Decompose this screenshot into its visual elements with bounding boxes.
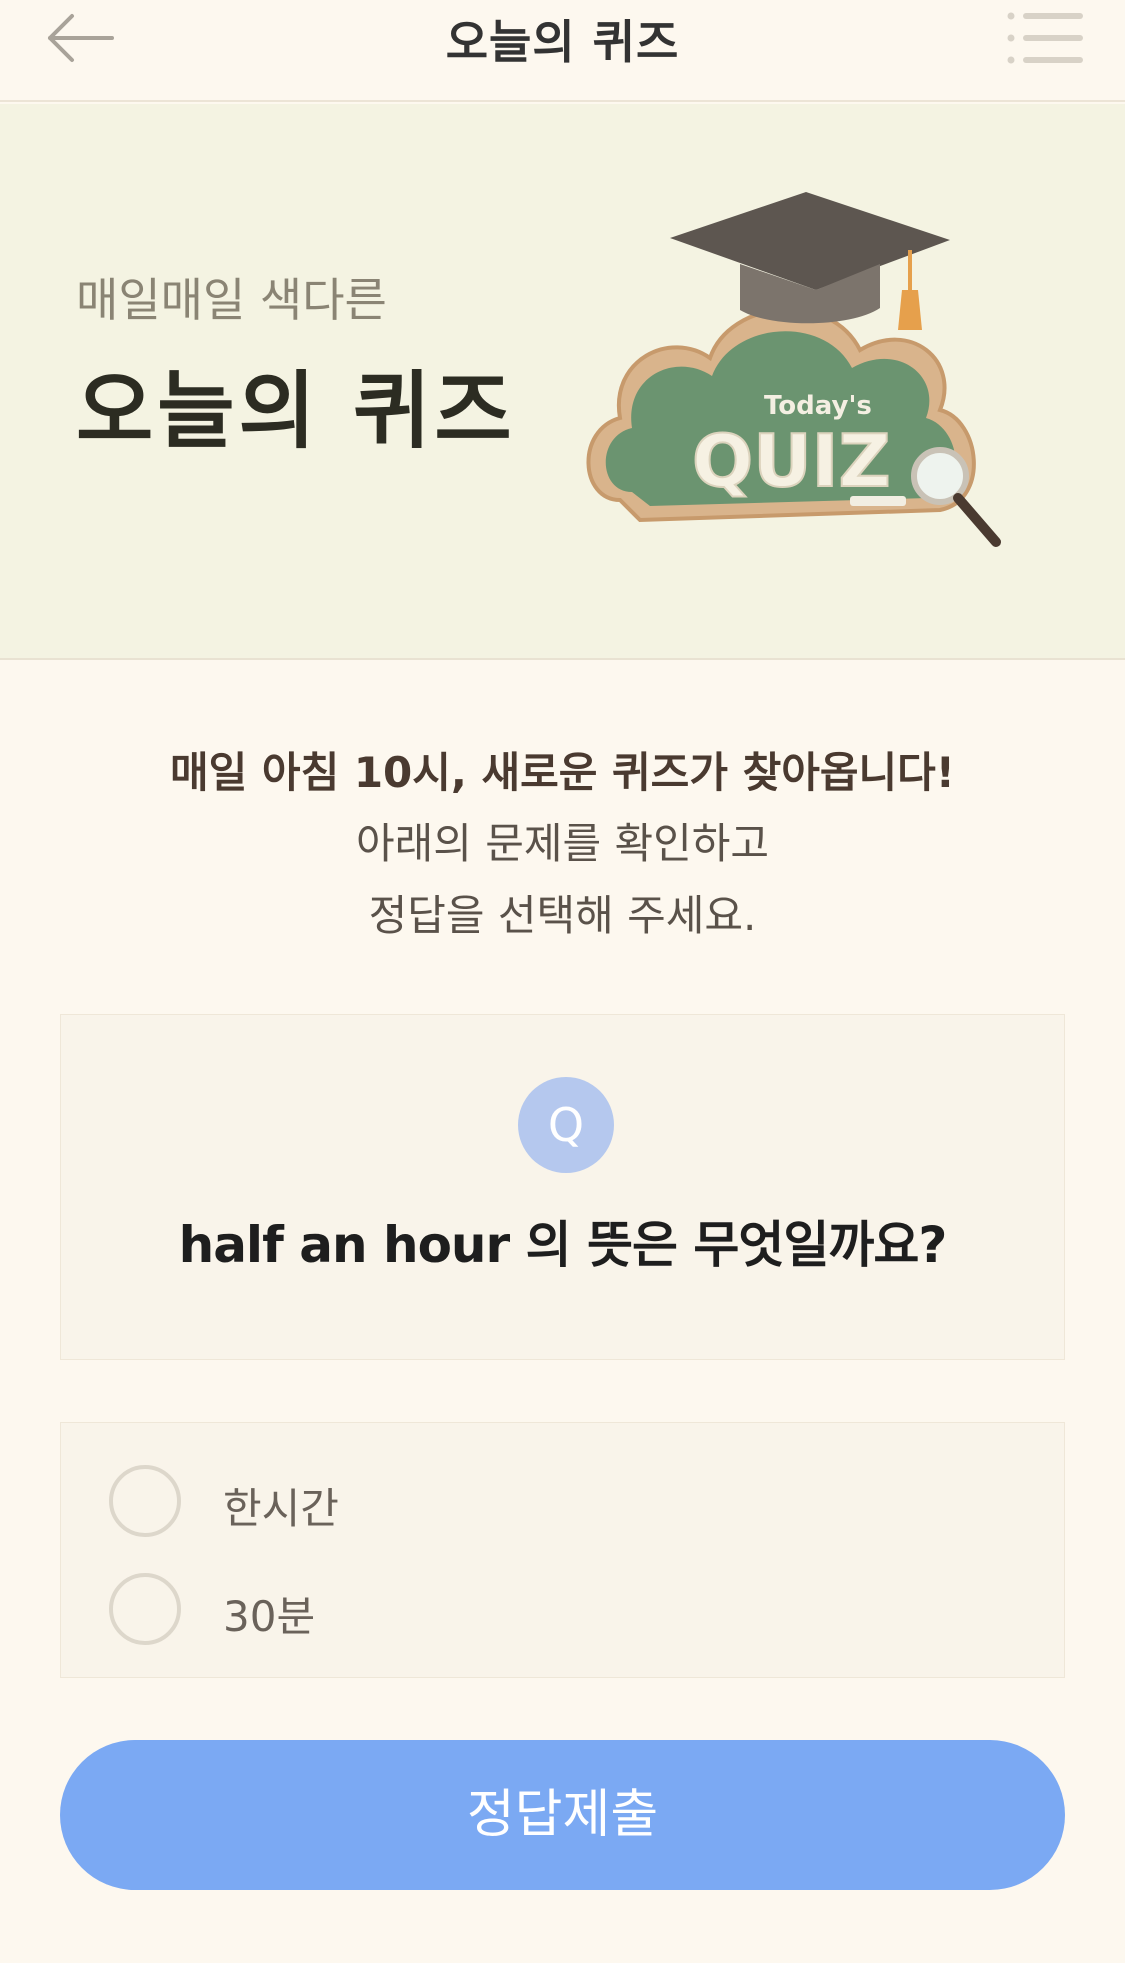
option-label: 한시간 — [223, 1484, 339, 1533]
question-card: Q half an hour 의 뜻은 무엇일까요? — [60, 1014, 1065, 1360]
question-text: half an hour 의 뜻은 무엇일까요? — [178, 1216, 948, 1274]
intro-line-3: 정답을 선택해 주세요. — [368, 891, 757, 940]
art-small-text: Today's — [764, 391, 872, 421]
radio-button[interactable] — [109, 1465, 181, 1537]
quiz-page: 오늘의 퀴즈 매일매일 색다른 오늘의 퀴즈 Today's QUIZ 매일 아… — [0, 0, 1125, 1963]
intro-headline: 매일 아침 10시, 새로운 퀴즈가 찾아옵니다! — [170, 748, 955, 797]
list-menu-icon — [1007, 12, 1083, 64]
radio-button[interactable] — [109, 1573, 181, 1645]
chalk-icon — [850, 496, 906, 506]
intro-line-2: 아래의 문제를 확인하고 — [355, 819, 770, 868]
option-label: 30분 — [223, 1592, 316, 1641]
option-1[interactable]: 한시간 — [109, 1465, 1009, 1537]
menu-button[interactable] — [1005, 10, 1085, 66]
submit-answer-button[interactable]: 정답제출 — [60, 1740, 1065, 1890]
banner-subtitle: 매일매일 색다른 — [76, 273, 387, 327]
art-big-text: QUIZ — [692, 419, 891, 503]
banner-title: 오늘의 퀴즈 — [76, 362, 516, 460]
quiz-chalkboard-illustration: Today's QUIZ — [586, 192, 1001, 547]
answer-options: 한시간 30분 — [60, 1422, 1065, 1678]
top-app-bar: 오늘의 퀴즈 — [0, 0, 1125, 102]
question-badge: Q — [518, 1077, 614, 1173]
hero-banner: 매일매일 색다른 오늘의 퀴즈 Today's QUIZ — [0, 104, 1125, 660]
magnifying-glass-icon — [911, 447, 1001, 547]
page-title: 오늘의 퀴즈 — [445, 15, 680, 69]
graduation-cap-icon — [670, 192, 950, 330]
intro-message: 매일 아침 10시, 새로운 퀴즈가 찾아옵니다! 아래의 문제를 확인하고 정… — [0, 738, 1125, 952]
option-2[interactable]: 30분 — [109, 1573, 1009, 1645]
